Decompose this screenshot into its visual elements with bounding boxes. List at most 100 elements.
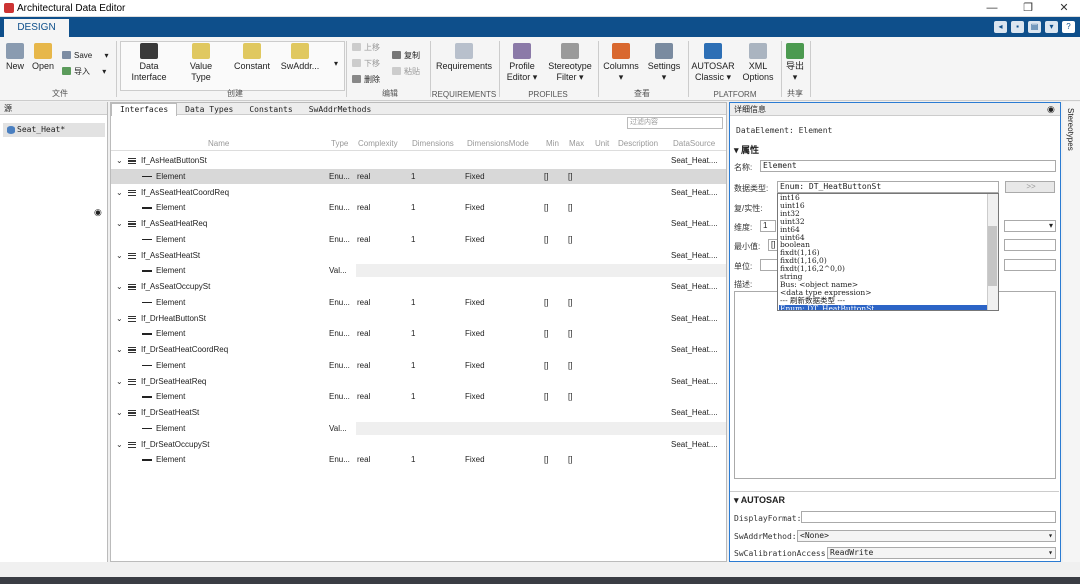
- import-button[interactable]: 导入 ▾: [62, 67, 106, 77]
- tab-constants[interactable]: Constants: [241, 104, 300, 116]
- properties-section-title[interactable]: ▾ 属性: [734, 143, 759, 156]
- chevron-down-icon[interactable]: ⌄: [116, 185, 123, 200]
- stereotypes-side-tab[interactable]: Stereotypes: [1063, 102, 1080, 562]
- chevron-down-icon[interactable]: ⌄: [116, 405, 123, 420]
- scrollbar-thumb[interactable]: [988, 226, 997, 286]
- unit-field[interactable]: [760, 259, 778, 271]
- col-dimensionsmode[interactable]: DimensionsMode: [467, 139, 529, 148]
- chevron-down-icon[interactable]: ⌄: [116, 248, 123, 263]
- chevron-down-icon[interactable]: ⌄: [116, 216, 123, 231]
- details-menu-icon[interactable]: ◉: [1047, 104, 1055, 115]
- close-button[interactable]: ✕: [1057, 1, 1071, 15]
- description-textarea[interactable]: [734, 291, 1056, 479]
- interface-row[interactable]: ⌄ If_DrSeatHeatSt Seat_Heat....: [111, 405, 726, 420]
- col-min[interactable]: Min: [546, 139, 559, 148]
- chevron-down-icon[interactable]: ⌄: [116, 342, 123, 357]
- element-row[interactable]: Element Val...: [111, 263, 726, 278]
- move-down-button[interactable]: 下移: [352, 59, 380, 69]
- chevron-down-icon[interactable]: ⌄: [116, 374, 123, 389]
- dropdown-option[interactable]: uint16: [779, 202, 998, 210]
- quick-access-save-icon[interactable]: ▪: [1011, 21, 1024, 33]
- tab-design[interactable]: DESIGN: [4, 19, 69, 37]
- help-icon[interactable]: ?: [1062, 21, 1075, 33]
- displayformat-field[interactable]: [801, 511, 1056, 523]
- open-button[interactable]: Open: [30, 43, 56, 72]
- autosar-classic-button[interactable]: AUTOSAR Classic ▾: [691, 43, 735, 83]
- chevron-down-icon[interactable]: ⌄: [116, 153, 123, 168]
- interface-row[interactable]: ⌄ If_DrHeatButtonSt Seat_Heat....: [111, 311, 726, 326]
- col-max[interactable]: Max: [569, 139, 584, 148]
- columns-button[interactable]: Columns ▾: [602, 43, 640, 83]
- col-complexity[interactable]: Complexity: [358, 139, 398, 148]
- requirements-button[interactable]: Requirements: [434, 43, 494, 72]
- dropdown-option[interactable]: int64: [779, 225, 998, 234]
- quick-access-arrow-icon[interactable]: ◂: [994, 21, 1007, 33]
- swaddr-button[interactable]: SwAddr...: [278, 43, 322, 72]
- element-row[interactable]: Element Enu... real 1 Fixed [] []: [111, 295, 726, 310]
- move-up-button[interactable]: 上移: [352, 43, 380, 53]
- dimensions-mode-select[interactable]: ▾: [1004, 220, 1056, 232]
- chevron-down-icon[interactable]: ⌄: [116, 311, 123, 326]
- quick-access-layout-icon[interactable]: ▤: [1028, 21, 1041, 33]
- name-field[interactable]: Element: [760, 160, 1056, 172]
- interface-row[interactable]: ⌄ If_AsHeatButtonSt Seat_Heat....: [111, 153, 726, 168]
- panel-menu-icon[interactable]: ◉: [94, 206, 102, 219]
- element-row[interactable]: Element Enu... real 1 Fixed [] []: [111, 168, 726, 184]
- tab-data-types[interactable]: Data Types: [177, 104, 241, 116]
- autosar-section-title[interactable]: ▾ AUTOSAR: [734, 495, 785, 506]
- element-row[interactable]: Element Enu... real 1 Fixed [] []: [111, 200, 726, 215]
- constant-button[interactable]: Constant: [230, 43, 274, 72]
- datatype-dropdown-list[interactable]: int16 uint16 int32 uint32 int64 uint64 boolean…: [777, 193, 999, 311]
- swcalibration-select[interactable]: ReadWrite ▾: [827, 547, 1056, 559]
- col-unit[interactable]: Unit: [595, 139, 609, 148]
- dropdown-scrollbar[interactable]: [987, 194, 998, 310]
- settings-button[interactable]: Settings ▾: [644, 43, 684, 83]
- profile-editor-button[interactable]: Profile Editor ▾: [502, 43, 542, 83]
- element-row[interactable]: Element Enu... real 1 Fixed [] []: [111, 358, 726, 373]
- datatype-select[interactable]: Enum: DT_HeatButtonSt: [777, 181, 999, 193]
- swaddrmethod-select[interactable]: <None> ▾: [797, 530, 1056, 542]
- minimize-button[interactable]: —: [985, 1, 999, 15]
- chevron-down-icon[interactable]: ⌄: [116, 279, 123, 294]
- save-button[interactable]: Save ▾: [62, 51, 108, 61]
- unit-field-end[interactable]: [1004, 259, 1056, 271]
- quick-access-expand-icon[interactable]: ▾: [1045, 21, 1058, 33]
- dropdown-option[interactable]: Enum: DT_HeatButtonSt: [779, 304, 998, 310]
- dropdown-option[interactable]: int16: [779, 194, 998, 202]
- interface-row[interactable]: ⌄ If_AsSeatHeatSt Seat_Heat....: [111, 248, 726, 263]
- max-field[interactable]: [1004, 239, 1056, 251]
- xml-options-button[interactable]: XML Options: [739, 43, 777, 83]
- interface-row[interactable]: ⌄ If_AsSeatOccupySt Seat_Heat....: [111, 279, 726, 294]
- interface-row[interactable]: ⌄ If_DrSeatOccupySt Seat_Heat....: [111, 437, 726, 452]
- export-button[interactable]: 导出 ▾: [784, 43, 806, 83]
- col-name[interactable]: Name: [208, 139, 229, 148]
- data-interface-button[interactable]: Data Interface: [126, 43, 172, 83]
- interface-row[interactable]: ⌄ If_DrSeatHeatReq Seat_Heat....: [111, 374, 726, 389]
- interface-row[interactable]: ⌄ If_AsSeatHeatCoordReq Seat_Heat....: [111, 185, 726, 200]
- col-datasource[interactable]: DataSource: [673, 139, 715, 148]
- restore-button[interactable]: ❐: [1021, 1, 1035, 15]
- interface-row[interactable]: ⌄ If_DrSeatHeatCoordReq Seat_Heat....: [111, 342, 726, 357]
- dropdown-option[interactable]: fixdt(1,16,2^0,0): [779, 265, 998, 273]
- dimensions-field[interactable]: 1: [760, 220, 776, 232]
- gallery-expand-icon[interactable]: ▾: [334, 59, 338, 69]
- value-type-button[interactable]: Value Type: [180, 43, 222, 83]
- copy-button[interactable]: 复制: [392, 51, 420, 61]
- stereotype-filter-button[interactable]: Stereotype Filter ▾: [546, 43, 594, 83]
- delete-button[interactable]: 删除: [352, 75, 380, 85]
- new-button[interactable]: New: [4, 43, 26, 72]
- dropdown-option[interactable]: int32: [779, 209, 998, 218]
- col-dimensions[interactable]: Dimensions: [412, 139, 454, 148]
- tab-swaddrmethods[interactable]: SwAddrMethods: [301, 104, 380, 116]
- element-row[interactable]: Element Enu... real 1 Fixed [] []: [111, 232, 726, 247]
- element-row[interactable]: Element Enu... real 1 Fixed [] []: [111, 452, 726, 467]
- element-row[interactable]: Element Enu... real 1 Fixed [] []: [111, 326, 726, 341]
- col-description[interactable]: Description: [618, 139, 658, 148]
- dropdown-option[interactable]: uint32: [779, 217, 998, 226]
- filter-input[interactable]: 过滤内容: [627, 117, 723, 129]
- source-item-seat-heat[interactable]: Seat_Heat*: [3, 123, 105, 137]
- interface-row[interactable]: ⌄ If_AsSeatHeatReq Seat_Heat....: [111, 216, 726, 231]
- chevron-down-icon[interactable]: ⌄: [116, 437, 123, 452]
- paste-button[interactable]: 粘贴: [392, 67, 420, 77]
- element-row[interactable]: Element Enu... real 1 Fixed [] []: [111, 389, 726, 404]
